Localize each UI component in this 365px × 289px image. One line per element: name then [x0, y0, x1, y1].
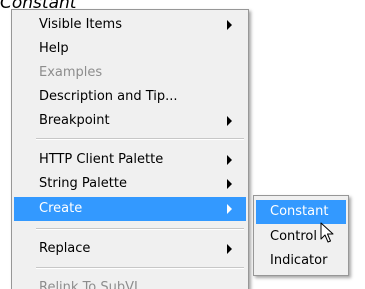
- menu-item-label: Replace: [39, 241, 91, 256]
- screen: Constant Visible Items Help Examples Des…: [0, 0, 365, 289]
- menu-item-label: Description and Tip...: [39, 89, 178, 104]
- submenu-arrow-icon: [227, 244, 232, 254]
- submenu-arrow-icon: [227, 116, 232, 126]
- menu-item-visible-items[interactable]: Visible Items: [14, 13, 246, 37]
- menu-item-label: Visible Items: [39, 17, 122, 32]
- menu-item-relink-to-subvi[interactable]: Relink To SubVI: [14, 276, 246, 289]
- menu-separator: [36, 228, 244, 230]
- menu-item-string-palette[interactable]: String Palette: [14, 172, 246, 196]
- menu-item-http-client-palette[interactable]: HTTP Client Palette: [14, 148, 246, 172]
- menu-item-label: Help: [39, 41, 69, 56]
- submenu-item-label: Control: [270, 229, 317, 244]
- context-menu: Visible Items Help Examples Description …: [11, 9, 249, 289]
- menu-item-label: Examples: [39, 65, 103, 80]
- submenu-arrow-icon: [227, 204, 232, 214]
- submenu-arrow-icon: [227, 155, 232, 165]
- menu-separator: [36, 138, 244, 140]
- menu-item-create[interactable]: Create: [14, 197, 246, 221]
- menu-item-breakpoint[interactable]: Breakpoint: [14, 109, 246, 133]
- submenu-arrow-icon: [227, 179, 232, 189]
- submenu-arrow-icon: [227, 20, 232, 30]
- menu-item-description-and-tip[interactable]: Description and Tip...: [14, 85, 246, 109]
- menu-item-label: String Palette: [39, 176, 127, 191]
- submenu-item-label: Constant: [270, 204, 329, 219]
- menu-item-label: HTTP Client Palette: [39, 152, 164, 167]
- menu-separator: [36, 267, 244, 269]
- submenu-item-constant[interactable]: Constant: [256, 200, 346, 224]
- submenu-item-indicator[interactable]: Indicator: [256, 249, 346, 273]
- submenu-item-label: Indicator: [270, 253, 328, 268]
- menu-item-examples[interactable]: Examples: [14, 61, 246, 85]
- menu-item-label: Relink To SubVI: [39, 280, 138, 289]
- menu-item-help[interactable]: Help: [14, 37, 246, 61]
- create-submenu: Constant Control Indicator: [253, 195, 349, 276]
- menu-item-label: Create: [39, 201, 83, 216]
- menu-item-label: Breakpoint: [39, 113, 110, 128]
- menu-item-replace[interactable]: Replace: [14, 237, 246, 261]
- arrow-pointer-icon: [320, 222, 334, 243]
